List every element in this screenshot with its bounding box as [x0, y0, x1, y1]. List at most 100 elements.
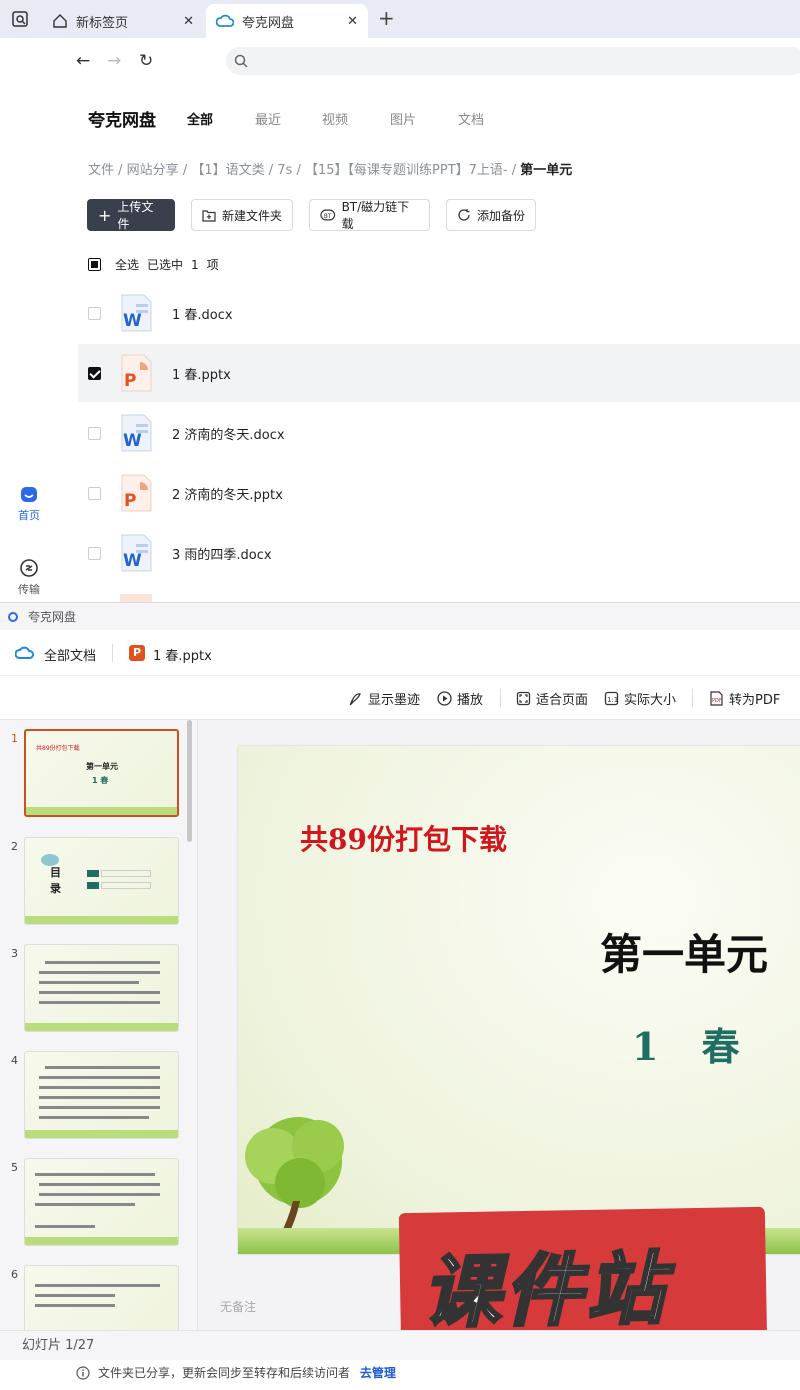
- actual-size-button[interactable]: 1:1 实际大小: [604, 689, 676, 708]
- file-name[interactable]: 1 春.docx: [172, 304, 233, 323]
- sidebar-item-label: 首页: [18, 509, 40, 522]
- breadcrumb-item[interactable]: 【15】【每课专题训练PPT】7上语-: [305, 163, 508, 178]
- actual-size-label: 实际大小: [624, 693, 677, 708]
- slide-notes: 无备注: [220, 1300, 257, 1314]
- fit-page-icon: [516, 691, 531, 706]
- word-file-icon: W: [121, 534, 152, 572]
- show-ink-button[interactable]: 显示墨迹: [348, 689, 420, 708]
- row-checkbox[interactable]: [88, 426, 101, 440]
- thumb-text: 1 春: [92, 776, 109, 785]
- thumb-line: [39, 1076, 160, 1079]
- header-divider: [112, 644, 113, 662]
- slide-thumb-3[interactable]: [24, 944, 179, 1032]
- file-row[interactable]: W 3 雨的四季.docx: [78, 524, 800, 582]
- thumb-grass: [25, 1023, 178, 1031]
- thumb-line: [35, 1294, 115, 1297]
- file-name[interactable]: 2 济南的冬天.pptx: [172, 484, 283, 503]
- breadcrumb-item[interactable]: 7s: [277, 163, 292, 178]
- add-backup-button[interactable]: 添加备份: [446, 199, 536, 231]
- close-tab-icon[interactable]: ✕: [183, 14, 194, 29]
- toolbar-divider: [692, 689, 693, 707]
- bt-icon: BT: [320, 209, 336, 221]
- to-pdf-button[interactable]: PDF 转为PDF: [709, 689, 780, 708]
- close-tab-icon[interactable]: ✕: [347, 14, 358, 29]
- row-checkbox[interactable]: [88, 486, 101, 500]
- thumb-line: [45, 1066, 160, 1069]
- thumb-number: 5: [11, 1161, 18, 1174]
- reload-icon[interactable]: ↻: [139, 51, 153, 71]
- svg-text:W: W: [123, 551, 142, 571]
- filter-tab-all[interactable]: 全部: [187, 109, 213, 128]
- fit-page-button[interactable]: 适合页面: [516, 689, 588, 708]
- thumb-line: [39, 991, 160, 994]
- file-row[interactable]: P 1 春.pptx: [78, 344, 800, 402]
- slide-thumb-4[interactable]: [24, 1051, 179, 1139]
- filter-tab-recent[interactable]: 最近: [255, 109, 281, 128]
- forward-arrow-icon[interactable]: →: [107, 51, 121, 71]
- tab-search-icon[interactable]: [11, 10, 29, 32]
- sidebar-item-label: 传输: [18, 583, 40, 596]
- toolbar-divider: [500, 689, 501, 707]
- slide-thumb-2[interactable]: 目 录: [24, 837, 179, 925]
- folder-plus-icon: [202, 209, 216, 222]
- slide-thumb-1[interactable]: 共89份打包下载 第一单元 1 春: [24, 729, 179, 817]
- breadcrumb-item[interactable]: 文件: [88, 163, 114, 178]
- thumb-line: [39, 1096, 160, 1099]
- thumb-line: [35, 1173, 155, 1176]
- back-arrow-icon[interactable]: ←: [76, 51, 90, 71]
- select-all-checkbox[interactable]: [88, 258, 101, 271]
- thumb-line: [39, 1106, 160, 1109]
- thumb-number: 4: [11, 1054, 18, 1067]
- thumbnail-scrollbar[interactable]: [187, 720, 192, 842]
- address-bar[interactable]: [226, 47, 800, 75]
- row-checkbox[interactable]: [88, 366, 101, 380]
- slide-thumb-5[interactable]: [24, 1158, 179, 1246]
- breadcrumb-item[interactable]: 【1】语文类: [191, 163, 264, 178]
- sidebar-item-home[interactable]: 首页: [0, 484, 58, 523]
- file-name[interactable]: 3 雨的四季.docx: [172, 544, 272, 563]
- select-all-label[interactable]: 全选: [115, 256, 139, 273]
- viewer-title-bar: 夸克网盘: [0, 602, 800, 630]
- row-checkbox[interactable]: [88, 306, 101, 320]
- viewer-window-title: 夸克网盘: [28, 610, 77, 624]
- file-row[interactable]: P 2 济南的冬天.pptx: [78, 464, 800, 522]
- file-row[interactable]: W 2 济南的冬天.docx: [78, 404, 800, 462]
- row-checkbox[interactable]: [88, 546, 101, 560]
- tab-quark-drive[interactable]: 夸克网盘 ✕: [206, 4, 368, 38]
- cloud-icon: [15, 646, 34, 659]
- thumb-number: 2: [11, 840, 18, 853]
- tree-illustration: [245, 1117, 344, 1239]
- bt-download-button[interactable]: BT BT/磁力链下载: [309, 199, 430, 231]
- breadcrumb-item[interactable]: 网站分享: [127, 163, 179, 178]
- tab-new-tab[interactable]: 新标签页 ✕: [44, 4, 204, 38]
- left-sidebar: 首页 传输: [0, 84, 60, 602]
- filter-tab-doc[interactable]: 文档: [458, 109, 484, 128]
- thumb-decoration: [87, 882, 99, 889]
- file-row[interactable]: W 1 春.docx: [78, 284, 800, 342]
- new-tab-plus-icon[interactable]: +: [378, 6, 395, 30]
- file-name[interactable]: 1 春.pptx: [172, 364, 231, 383]
- doc-name: 1 春.pptx: [153, 649, 212, 664]
- manage-link[interactable]: 去管理: [360, 1366, 396, 1380]
- ink-pen-icon: [349, 693, 361, 706]
- thumb-line: [39, 1086, 160, 1089]
- sidebar-item-transfer[interactable]: 传输: [0, 558, 58, 597]
- brand-title: 夸克网盘: [88, 111, 156, 131]
- play-button[interactable]: 播放: [437, 689, 483, 708]
- filter-tab-image[interactable]: 图片: [390, 109, 416, 128]
- play-label: 播放: [457, 693, 484, 708]
- upload-button[interactable]: + 上传文件: [87, 199, 175, 231]
- new-folder-button[interactable]: 新建文件夹: [191, 199, 293, 231]
- all-docs-link[interactable]: 全部文档: [44, 645, 96, 664]
- to-pdf-label: 转为PDF: [729, 693, 781, 708]
- cloud-icon: [216, 14, 234, 27]
- share-notice-text: 文件夹已分享，更新会同步至转存和后续访问者: [98, 1366, 351, 1380]
- current-slide[interactable]: 共89份打包下载 第一单元 1 春: [238, 746, 800, 1254]
- file-name[interactable]: 2 济南的冬天.docx: [172, 424, 285, 443]
- add-backup-label: 添加备份: [477, 208, 526, 223]
- thumb-text: 录: [50, 882, 61, 895]
- filter-tab-video[interactable]: 视频: [322, 109, 348, 128]
- tab-label: 夸克网盘: [242, 15, 295, 31]
- svg-text:W: W: [123, 311, 142, 331]
- slide-thumb-6[interactable]: [24, 1265, 179, 1330]
